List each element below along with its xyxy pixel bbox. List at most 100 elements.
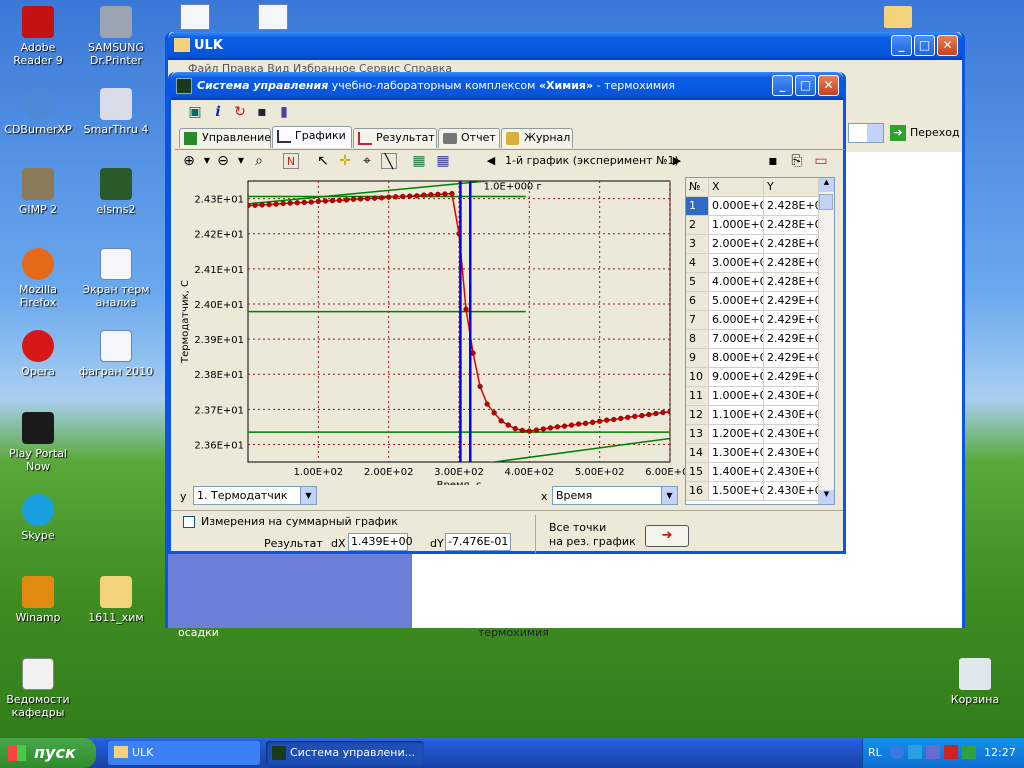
copy-icon[interactable]: ⎘ — [789, 153, 805, 169]
desktop-icon-skype[interactable]: Skype — [0, 494, 76, 542]
table-row[interactable]: 10.000E+002.428E+01 — [686, 197, 834, 216]
table-row[interactable]: 98.000E+012.429E+01 — [686, 349, 834, 368]
zoom-reset-icon[interactable]: ⌕ — [251, 153, 267, 169]
x-tick-label: 2.00E+02 — [364, 467, 414, 478]
table-row[interactable]: 43.000E+012.428E+01 — [686, 254, 834, 273]
maximize-button[interactable]: □ — [914, 35, 935, 56]
start-button[interactable]: пуск — [0, 738, 96, 768]
table-row[interactable]: 65.000E+012.429E+01 — [686, 292, 834, 311]
pointer-icon[interactable]: ↖ — [315, 153, 331, 169]
data-table[interactable]: №XY10.000E+002.428E+0121.000E+012.428E+0… — [685, 177, 835, 505]
desktop-icon-1611-him[interactable]: 1611_хим — [78, 576, 154, 624]
zoom-out-icon[interactable]: ⊖ — [215, 153, 231, 169]
dropdown-icon[interactable]: ▼ — [199, 153, 215, 169]
app-maximize-button[interactable]: □ — [795, 75, 816, 96]
go-button[interactable]: ➔ Переход — [888, 123, 962, 143]
send-to-result-button[interactable]: ➜ — [645, 525, 689, 547]
data-point — [646, 411, 652, 418]
desktop-icon-play-portal[interactable]: Play Portal Now — [0, 412, 76, 473]
scroll-down-icon[interactable]: ▼ — [819, 490, 834, 504]
dropdown-icon[interactable]: ▼ — [233, 153, 249, 169]
desktop-icon-adobe-reader[interactable]: Adobe Reader 9 — [0, 6, 76, 67]
table-row[interactable]: 21.000E+012.428E+01 — [686, 216, 834, 235]
desktop-icon-opera[interactable]: Opera — [0, 330, 76, 378]
prev-graph-icon[interactable]: ◀ — [483, 153, 499, 169]
app-close-button[interactable]: ✕ — [818, 75, 839, 96]
save-icon[interactable]: ▪ — [254, 104, 270, 120]
tab-otchet[interactable]: Отчет — [438, 128, 500, 148]
tray-display-icon[interactable] — [926, 745, 940, 759]
table-row[interactable]: 32.000E+012.428E+01 — [686, 235, 834, 254]
zoom-in-icon[interactable]: ⊕ — [181, 153, 197, 169]
smarthru-icon — [100, 88, 132, 120]
desktop-icon-gimp[interactable]: GIMP 2 — [0, 168, 76, 216]
table-row[interactable]: 109.000E+012.429E+01 — [686, 368, 834, 387]
tray-antivirus-icon[interactable] — [944, 745, 958, 759]
minimize-button[interactable]: _ — [891, 35, 912, 56]
x-axis-select[interactable]: Время ▼ — [552, 486, 678, 505]
y-tick-label: 2.41E+01 — [194, 265, 244, 276]
table-row[interactable]: 76.000E+012.429E+01 — [686, 311, 834, 330]
table-row[interactable]: 131.200E+022.430E+01 — [686, 425, 834, 444]
desktop-icon-fagran[interactable]: фагран 2010 — [78, 330, 154, 378]
tab-zhurnal[interactable]: Журнал — [501, 128, 573, 148]
desktop-icon-winamp[interactable]: Winamp — [0, 576, 76, 624]
tab-rezultat[interactable]: Результат — [353, 128, 437, 148]
crosshair-icon[interactable]: ⌖ — [359, 153, 375, 169]
table-cell: 2.430E+01 — [764, 444, 820, 462]
next-graph-icon[interactable]: ▶ — [669, 153, 685, 169]
table-row[interactable]: 54.000E+012.428E+01 — [686, 273, 834, 292]
remove-points-icon[interactable]: ▦ — [435, 153, 451, 169]
tab-upravlenie[interactable]: Управление — [179, 128, 271, 148]
data-point — [597, 418, 603, 424]
desktop-icon-cdburner[interactable]: CDBurnerXP — [0, 88, 76, 136]
save-graph-icon[interactable]: ▪ — [765, 153, 781, 169]
scroll-up-icon[interactable]: ▲ — [819, 178, 834, 192]
address-bar[interactable] — [848, 123, 884, 143]
table-cell: 4 — [686, 254, 709, 272]
chart[interactable]: 1.00E+02 2.00E+02 3.00E+02 4.00E+02 5.00E+02… — [175, 175, 687, 485]
device-icon[interactable]: ▮ — [276, 104, 292, 120]
language-indicator[interactable]: RL — [868, 746, 882, 759]
table-cell: 2.430E+01 — [764, 406, 820, 424]
desktop-icon-vedomosti[interactable]: Ведомости кафедры — [0, 658, 76, 719]
refresh-icon[interactable]: ↻ — [232, 104, 248, 120]
table-row[interactable]: 151.400E+022.430E+01 — [686, 463, 834, 482]
terminal-icon[interactable]: ▣ — [187, 104, 203, 120]
desktop-icon-recycle-bin[interactable]: Корзина — [937, 658, 1013, 706]
export-icon[interactable]: ▭ — [813, 153, 829, 169]
move-icon[interactable]: ✛ — [337, 153, 353, 169]
y-axis-select[interactable]: 1. Термодатчик ▼ — [193, 486, 317, 505]
info-icon[interactable]: i — [210, 104, 226, 120]
desktop-icon-elsms2[interactable]: elsms2 — [78, 168, 154, 216]
desktop-icon-term-analiz[interactable]: Экран терм анализ — [78, 248, 154, 309]
taskbar-item-app[interactable]: Система управлени... — [266, 741, 424, 765]
desktop-icon-firefox[interactable]: Mozilla Firefox — [0, 248, 76, 309]
desktop-icon-folder-top[interactable] — [884, 6, 912, 28]
table-row[interactable]: 161.500E+022.430E+01 — [686, 482, 834, 501]
table-scrollbar[interactable]: ▲ ▼ — [818, 178, 834, 504]
table-row[interactable]: 121.100E+022.430E+01 — [686, 406, 834, 425]
dx-value: 1.439E+00 — [348, 533, 413, 551]
desktop-icon-word-top[interactable] — [180, 4, 210, 30]
scroll-thumb[interactable] — [819, 194, 833, 210]
table-row[interactable]: 111.000E+022.430E+01 — [686, 387, 834, 406]
table-row[interactable]: 141.300E+022.430E+01 — [686, 444, 834, 463]
tab-grafiki[interactable]: Графики — [272, 126, 352, 148]
summary-checkbox[interactable] — [183, 516, 195, 528]
desktop-icon-smarthru[interactable]: SmarThru 4 — [78, 88, 154, 136]
close-button[interactable]: ✕ — [937, 35, 958, 56]
line-tool-icon[interactable]: ╲ — [381, 153, 397, 170]
add-points-icon[interactable]: ▦ — [411, 153, 427, 169]
graph-mode-icon[interactable]: N — [283, 153, 299, 169]
data-point — [350, 196, 357, 202]
tray-network-icon[interactable] — [908, 745, 922, 759]
tray-volume-icon[interactable] — [962, 745, 976, 759]
desktop-icon-word-top2[interactable] — [258, 4, 288, 30]
table-row[interactable]: 87.000E+012.429E+01 — [686, 330, 834, 349]
windows-logo-icon — [8, 745, 26, 761]
tray-bluetooth-icon[interactable] — [890, 745, 904, 759]
taskbar-item-ulk[interactable]: ULK — [108, 741, 260, 765]
app-minimize-button[interactable]: _ — [772, 75, 793, 96]
desktop-icon-samsung-printer[interactable]: SAMSUNG Dr.Printer — [78, 6, 154, 67]
